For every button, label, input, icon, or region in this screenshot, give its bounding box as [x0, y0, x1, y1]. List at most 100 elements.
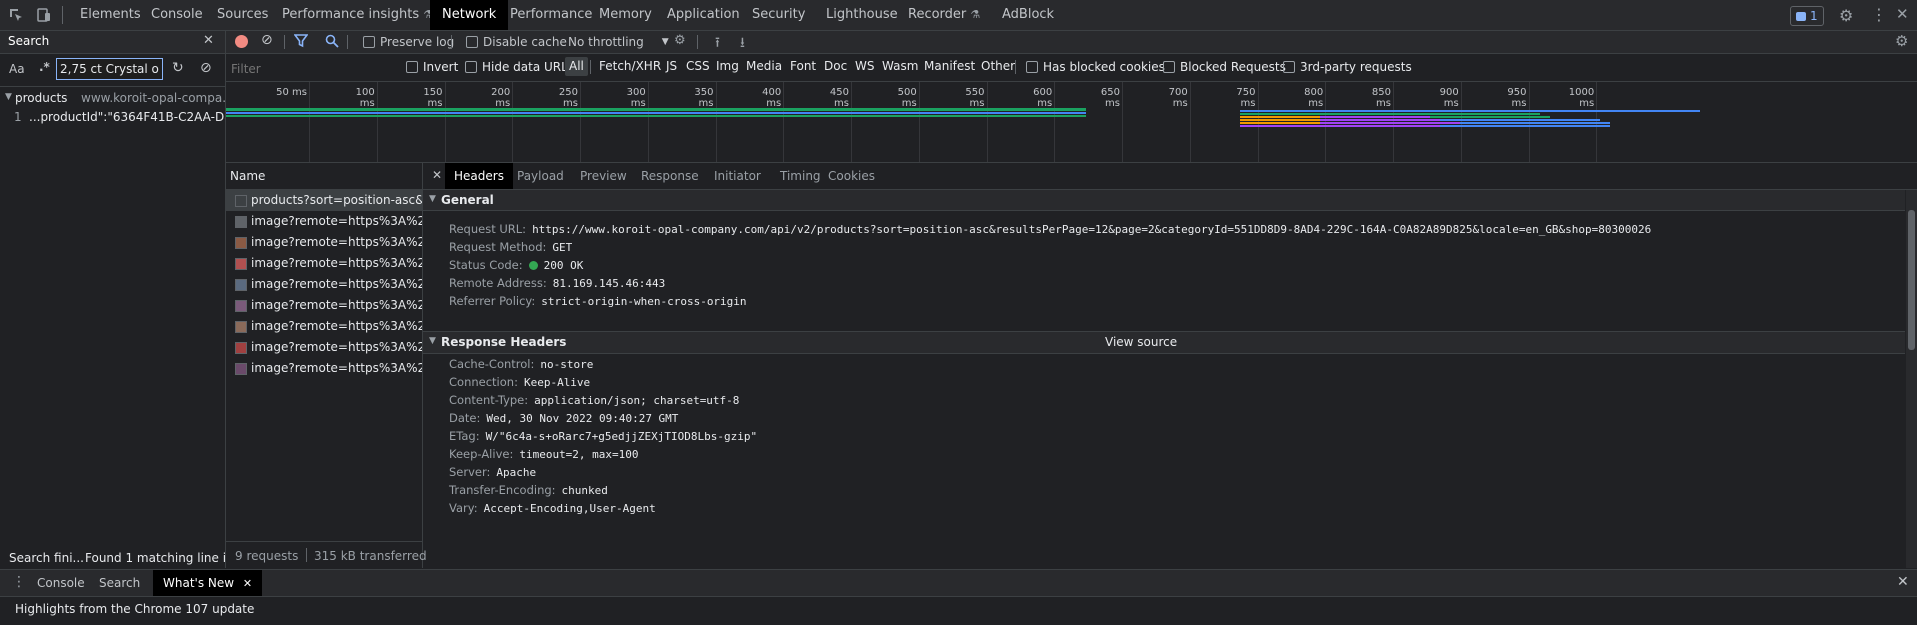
regex-button[interactable]: .* [39, 60, 50, 74]
detail-tab-initiator[interactable]: Initiator [710, 163, 765, 189]
drawer-tab-whats-new[interactable]: What's New ✕ [153, 570, 263, 596]
close-search-icon[interactable]: ✕ [203, 33, 214, 48]
header-value[interactable]: Accept-Encoding,User-Agent [484, 502, 656, 515]
filter-type-doc[interactable]: Doc [824, 59, 847, 73]
header-value[interactable]: Wed, 30 Nov 2022 09:40:27 GMT [486, 412, 678, 425]
header-value[interactable]: application/json; charset=utf-8 [534, 394, 739, 407]
filter-type-all[interactable]: All [565, 57, 588, 76]
header-value[interactable]: W/"6c4a-s+oRarc7+g5edjjZEXjTIOD8Lbs-gzip… [486, 430, 758, 443]
tab-elements[interactable]: Elements [70, 0, 151, 30]
detail-tab-timing[interactable]: Timing [776, 163, 825, 189]
scrollbar-thumb[interactable] [1908, 210, 1915, 350]
filter-type-wasm[interactable]: Wasm [882, 59, 918, 73]
invert-checkbox[interactable]: Invert [406, 60, 458, 74]
detail-tab-preview[interactable]: Preview [576, 163, 631, 189]
filter-funnel-icon[interactable] [294, 34, 308, 48]
search-icon[interactable] [325, 34, 339, 48]
close-drawer-icon[interactable]: ✕ [1897, 574, 1909, 590]
header-value[interactable]: https://www.koroit-opal-company.com/api/… [532, 223, 1651, 236]
clear-log-icon[interactable]: ⊘ [261, 32, 273, 48]
header-value[interactable]: Keep-Alive [524, 376, 590, 389]
name-column-header[interactable]: Name [226, 163, 422, 190]
close-detail-icon[interactable]: ✕ [432, 168, 442, 182]
header-value[interactable]: 200 OK [544, 259, 584, 272]
filter-type-other[interactable]: Other [981, 59, 1015, 73]
request-row[interactable]: image?remote=https%3A%2F... [226, 232, 422, 253]
throttling-select[interactable]: No throttling ▼ [568, 35, 669, 49]
request-row[interactable]: image?remote=https%3A%2F... [226, 274, 422, 295]
request-row[interactable]: image?remote=https%3A%2F... [226, 253, 422, 274]
preserve-log-checkbox[interactable]: Preserve log [363, 35, 454, 49]
header-value[interactable]: GET [552, 241, 572, 254]
tab-performance[interactable]: Performance [500, 0, 602, 30]
search-input[interactable] [56, 58, 163, 80]
view-source-link[interactable]: View source [1105, 335, 1177, 349]
header-value[interactable]: timeout=2, max=100 [519, 448, 638, 461]
clear-search-icon[interactable]: ⊘ [200, 60, 212, 76]
tab-console[interactable]: Console [141, 0, 213, 30]
request-row[interactable]: image?remote=https%3A%2F... [226, 211, 422, 232]
disable-cache-checkbox[interactable]: Disable cache [466, 35, 567, 49]
response-headers-section-header[interactable]: ▼ Response Headers View source [423, 331, 1905, 354]
tab-security[interactable]: Security [742, 0, 815, 30]
detail-tab-cookies[interactable]: Cookies [824, 163, 879, 189]
request-row[interactable]: image?remote=https%3A%2F... [226, 337, 422, 358]
filter-type-fetch-xhr[interactable]: Fetch/XHR [599, 59, 661, 73]
more-options-icon[interactable]: ⋮ [1871, 5, 1887, 24]
tab-lighthouse[interactable]: Lighthouse [816, 0, 908, 30]
request-row[interactable]: image?remote=https%3A%2F... [226, 358, 422, 379]
tab-memory[interactable]: Memory [589, 0, 662, 30]
record-button[interactable] [235, 35, 248, 48]
filter-type-font[interactable]: Font [790, 59, 816, 73]
detail-tab-payload[interactable]: Payload [513, 163, 568, 189]
filter-type-manifest[interactable]: Manifest [924, 59, 975, 73]
drawer-tab-console[interactable]: Console [27, 570, 95, 596]
general-section-header[interactable]: ▼ General [423, 190, 1905, 211]
blocked-requests-checkbox[interactable]: Blocked Requests [1163, 60, 1286, 74]
header-value[interactable]: 81.169.145.46:443 [553, 277, 666, 290]
response-header-row: Connection: Keep-Alive [449, 375, 590, 389]
request-row[interactable]: image?remote=https%3A%2F... [226, 316, 422, 337]
settings-gear-icon[interactable]: ⚙ [1839, 6, 1853, 25]
tab-performance-insights[interactable]: Performance insights ⚗ [272, 0, 443, 30]
import-har-icon[interactable]: ⭱ [715, 32, 720, 56]
drawer-menu-icon[interactable]: ⋮ [12, 574, 26, 590]
close-tab-icon[interactable]: ✕ [243, 577, 252, 590]
request-row[interactable]: products?sort=position-asc&... [226, 190, 422, 211]
export-har-icon[interactable]: ⭳ [740, 32, 745, 56]
issues-counter[interactable]: 1 [1790, 6, 1824, 26]
tab-network[interactable]: Network [430, 0, 509, 30]
request-row[interactable]: image?remote=https%3A%2F... [226, 295, 422, 316]
has-blocked-cookies-checkbox[interactable]: Has blocked cookies [1026, 60, 1165, 74]
network-settings-gear-icon[interactable]: ⚙ [1895, 32, 1908, 50]
filter-input[interactable] [229, 58, 403, 79]
device-toolbar-icon[interactable] [36, 7, 52, 23]
tab-recorder[interactable]: Recorder ⚗ [898, 0, 990, 30]
filter-type-img[interactable]: Img [716, 59, 739, 73]
filter-type-css[interactable]: CSS [686, 59, 710, 73]
tab-adblock[interactable]: AdBlock [992, 0, 1064, 30]
header-value[interactable]: no-store [540, 358, 593, 371]
drawer-tab-search[interactable]: Search [89, 570, 150, 596]
tab-sources[interactable]: Sources [207, 0, 278, 30]
filter-type-js[interactable]: JS [666, 59, 677, 73]
hide-data-urls-checkbox[interactable]: Hide data URLs [465, 60, 574, 74]
third-party-requests-checkbox[interactable]: 3rd-party requests [1283, 60, 1412, 74]
refresh-search-icon[interactable]: ↻ [172, 60, 184, 76]
search-result-line[interactable]: 1 ...productId":"6364F41B-C2AA-D8F... [0, 110, 225, 126]
header-value[interactable]: chunked [562, 484, 608, 497]
match-case-button[interactable]: Aa [9, 62, 25, 76]
close-devtools-icon[interactable]: ✕ [1896, 5, 1909, 23]
detail-tab-response[interactable]: Response [637, 163, 703, 189]
filter-type-ws[interactable]: WS [855, 59, 874, 73]
filter-type-media[interactable]: Media [746, 59, 782, 73]
search-result-file[interactable]: ▼ products www.koroit-opal-compa... [0, 91, 225, 107]
header-value[interactable]: strict-origin-when-cross-origin [541, 295, 746, 308]
detail-scrollbar[interactable] [1906, 190, 1917, 568]
network-overview-timeline[interactable]: 50 ms 100 ms 150 ms 200 ms 250 ms 300 ms 350 m… [226, 82, 1917, 163]
tab-application[interactable]: Application [657, 0, 750, 30]
network-conditions-wifi-icon[interactable]: ⚙ [674, 33, 686, 48]
header-value[interactable]: Apache [496, 466, 536, 479]
detail-tab-headers[interactable]: Headers [445, 163, 513, 189]
inspect-element-icon[interactable] [8, 7, 24, 23]
